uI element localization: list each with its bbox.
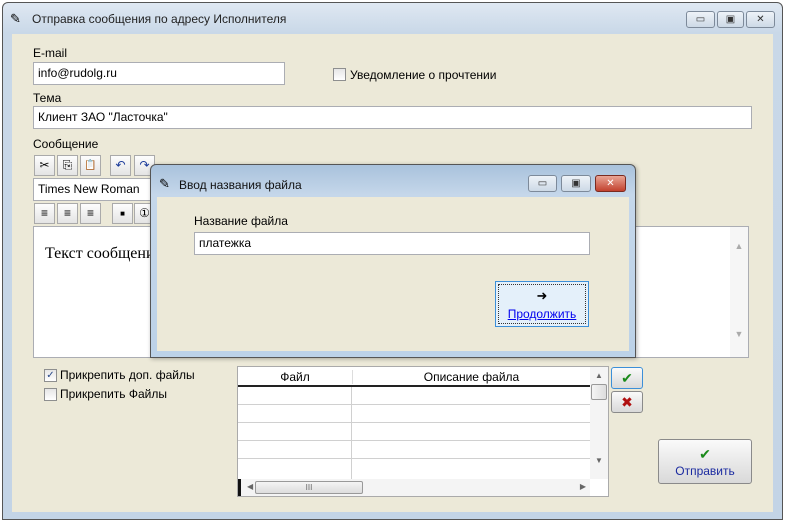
send-button[interactable]: ✔ Отправить — [658, 439, 752, 484]
attach-extra-checkbox[interactable]: ✓ — [44, 369, 57, 382]
table-row[interactable] — [238, 405, 590, 423]
email-label: E-mail — [33, 46, 68, 60]
bullets-icon[interactable]: ■ — [112, 203, 133, 224]
column-header-description[interactable]: Описание файла — [352, 370, 590, 384]
grid-horizontal-scrollbar[interactable]: ◀ III ▶ — [238, 479, 590, 496]
window-title: Отправка сообщения по адресу Исполнителя — [32, 12, 287, 26]
confirm-attach-button[interactable]: ✔ — [611, 367, 643, 389]
attach-files-label: Прикрепить Файлы — [60, 387, 168, 401]
send-label: Отправить — [675, 464, 735, 478]
dialog-body: Название файла платежка ➜ Продолжить — [157, 197, 629, 351]
column-header-file[interactable]: Файл — [238, 370, 352, 384]
cut-icon[interactable]: ✂ — [34, 155, 55, 176]
dialog-minimize-button[interactable]: ▭ — [528, 175, 557, 192]
dialog-restore-button[interactable]: ▣ — [561, 175, 591, 192]
undo-icon[interactable]: ↶ — [110, 155, 131, 176]
restore-button[interactable]: ▣ — [717, 11, 744, 28]
align-left-icon[interactable]: ≡ — [34, 203, 55, 224]
read-receipt-label: Уведомление о прочтении — [350, 68, 497, 82]
app-icon: ✎ — [10, 11, 21, 26]
message-text: Текст сообщения — [45, 245, 162, 262]
minimize-button[interactable]: ▭ — [686, 11, 715, 28]
table-row[interactable] — [238, 441, 590, 459]
continue-button[interactable]: ➜ Продолжить — [495, 281, 589, 327]
file-name-dialog: ✎ Ввод названия файла ▭ ▣ ✕ Название фай… — [150, 164, 636, 358]
table-row[interactable] — [238, 423, 590, 441]
dialog-close-button[interactable]: ✕ — [595, 175, 626, 192]
scroll-thumb[interactable]: III — [255, 481, 363, 494]
close-button[interactable]: ✕ — [746, 11, 775, 28]
files-grid[interactable]: Файл Описание файла ▲ ▼ ◀ III ▶ — [237, 366, 609, 497]
file-name-label: Название файла — [194, 214, 288, 228]
message-scrollbar[interactable]: ▲ ▼ — [730, 227, 748, 357]
align-center-icon[interactable]: ≡ — [57, 203, 78, 224]
column-divider — [351, 387, 352, 479]
check-icon: ✔ — [699, 446, 711, 462]
copy-icon[interactable]: ⎘ — [57, 155, 78, 176]
table-row[interactable] — [238, 387, 590, 405]
grid-vertical-scrollbar[interactable]: ▲ ▼ — [590, 367, 608, 479]
paste-icon[interactable]: 📋 — [80, 155, 101, 176]
font-select[interactable]: Times New Roman — [33, 178, 155, 201]
read-receipt-checkbox[interactable] — [333, 68, 346, 81]
message-label: Сообщение — [33, 137, 99, 151]
dialog-title: Ввод названия файла — [179, 178, 302, 192]
attach-files-checkbox[interactable] — [44, 388, 57, 401]
dialog-icon: ✎ — [159, 176, 170, 191]
remove-attach-button[interactable]: ✖ — [611, 391, 643, 413]
subject-label: Тема — [33, 91, 62, 105]
email-input[interactable]: info@rudolg.ru — [33, 62, 285, 85]
file-name-input[interactable]: платежка — [194, 232, 590, 255]
table-row[interactable] — [238, 459, 590, 477]
align-right-icon[interactable]: ≡ — [80, 203, 101, 224]
subject-input[interactable]: Клиент ЗАО "Ласточка" — [33, 106, 752, 129]
attach-extra-label: Прикрепить доп. файлы — [60, 368, 195, 382]
